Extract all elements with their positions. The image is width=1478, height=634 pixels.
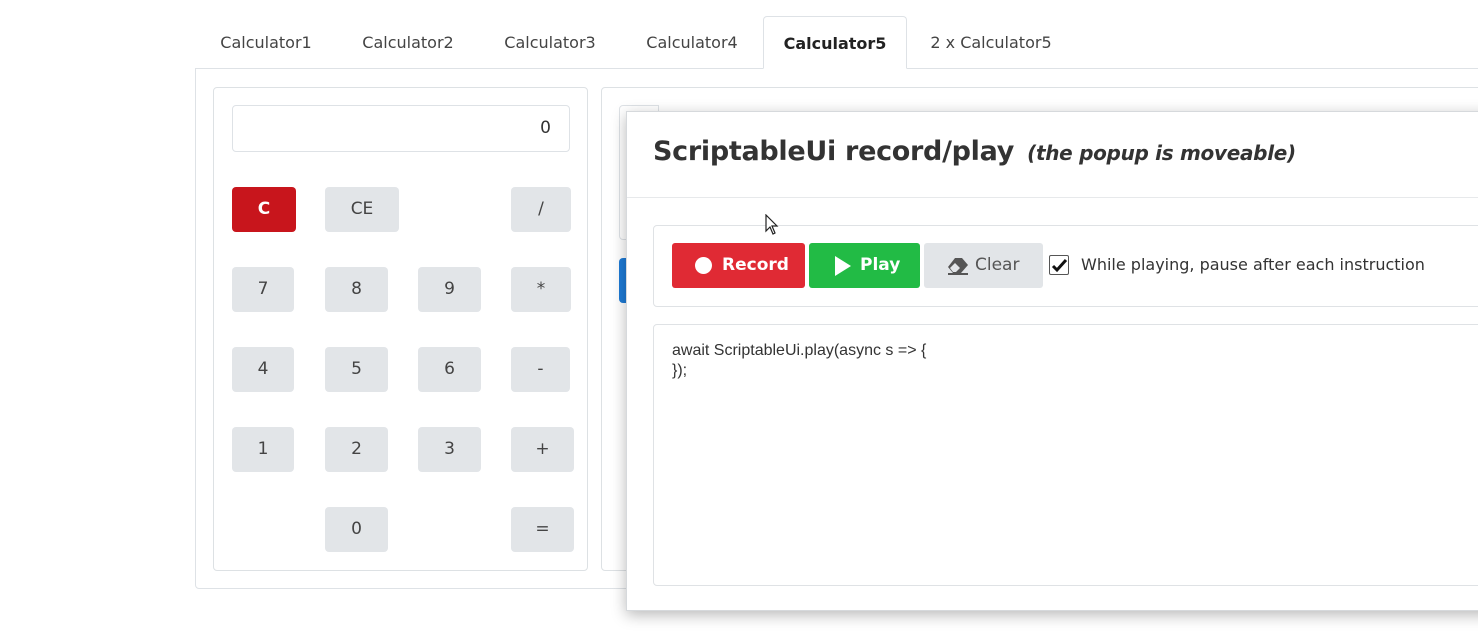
tab-calculator4[interactable]: Calculator4 (621, 16, 763, 69)
eraser-icon (948, 258, 968, 275)
tab-calculator2[interactable]: Calculator2 (337, 16, 479, 69)
record-button-label: Record (722, 255, 789, 275)
code-line: await ScriptableUi.play(async s => { (672, 342, 927, 359)
tab-bar: Calculator1 Calculator2 Calculator3 Calc… (195, 16, 1478, 69)
divide-key[interactable]: / (511, 187, 571, 232)
tab-calculator1[interactable]: Calculator1 (195, 16, 337, 69)
popup-title: ScriptableUi record/play (the popup is m… (653, 136, 1296, 167)
digit-9-key[interactable]: 9 (418, 267, 481, 312)
plus-key[interactable]: + (511, 427, 574, 472)
popup-toolbar: Record Play Clear While playing, pause a… (653, 225, 1478, 307)
digit-6-key[interactable]: 6 (418, 347, 481, 392)
tab-calculator3[interactable]: Calculator3 (479, 16, 621, 69)
tab-2x-calculator5[interactable]: 2 x Calculator5 (907, 16, 1075, 69)
digit-5-key[interactable]: 5 (325, 347, 388, 392)
script-code-area[interactable]: await ScriptableUi.play(async s => {}); (653, 324, 1478, 586)
popup-subtitle: (the popup is moveable) (1027, 141, 1296, 165)
mouse-pointer-icon (765, 214, 779, 235)
code-line: }); (672, 362, 688, 379)
clear-key[interactable]: C (232, 187, 296, 232)
record-play-popup[interactable]: ScriptableUi record/play (the popup is m… (626, 111, 1478, 611)
clear-button[interactable]: Clear (924, 243, 1043, 288)
pause-checkbox[interactable] (1049, 255, 1069, 275)
calculator-card (213, 87, 588, 571)
play-button-label: Play (860, 255, 901, 275)
checkmark-icon (1051, 258, 1068, 273)
popup-title-text: ScriptableUi record/play (653, 136, 1015, 167)
multiply-key[interactable]: * (511, 267, 571, 312)
pause-checkbox-label: While playing, pause after each instruct… (1081, 255, 1425, 274)
digit-8-key[interactable]: 8 (325, 267, 388, 312)
calculator-display: 0 (232, 105, 570, 152)
minus-key[interactable]: - (511, 347, 570, 392)
digit-0-key[interactable]: 0 (325, 507, 388, 552)
play-button[interactable]: Play (809, 243, 920, 288)
digit-7-key[interactable]: 7 (232, 267, 294, 312)
record-button[interactable]: Record (672, 243, 805, 288)
tab-calculator5[interactable]: Calculator5 (763, 16, 907, 69)
clear-entry-key[interactable]: CE (325, 187, 399, 232)
play-triangle-icon (835, 256, 851, 276)
equals-key[interactable]: = (511, 507, 574, 552)
digit-4-key[interactable]: 4 (232, 347, 294, 392)
clear-button-label: Clear (975, 255, 1020, 275)
digit-1-key[interactable]: 1 (232, 427, 294, 472)
digit-3-key[interactable]: 3 (418, 427, 481, 472)
record-dot-icon (695, 257, 712, 274)
popup-header[interactable]: ScriptableUi record/play (the popup is m… (627, 112, 1478, 198)
digit-2-key[interactable]: 2 (325, 427, 388, 472)
